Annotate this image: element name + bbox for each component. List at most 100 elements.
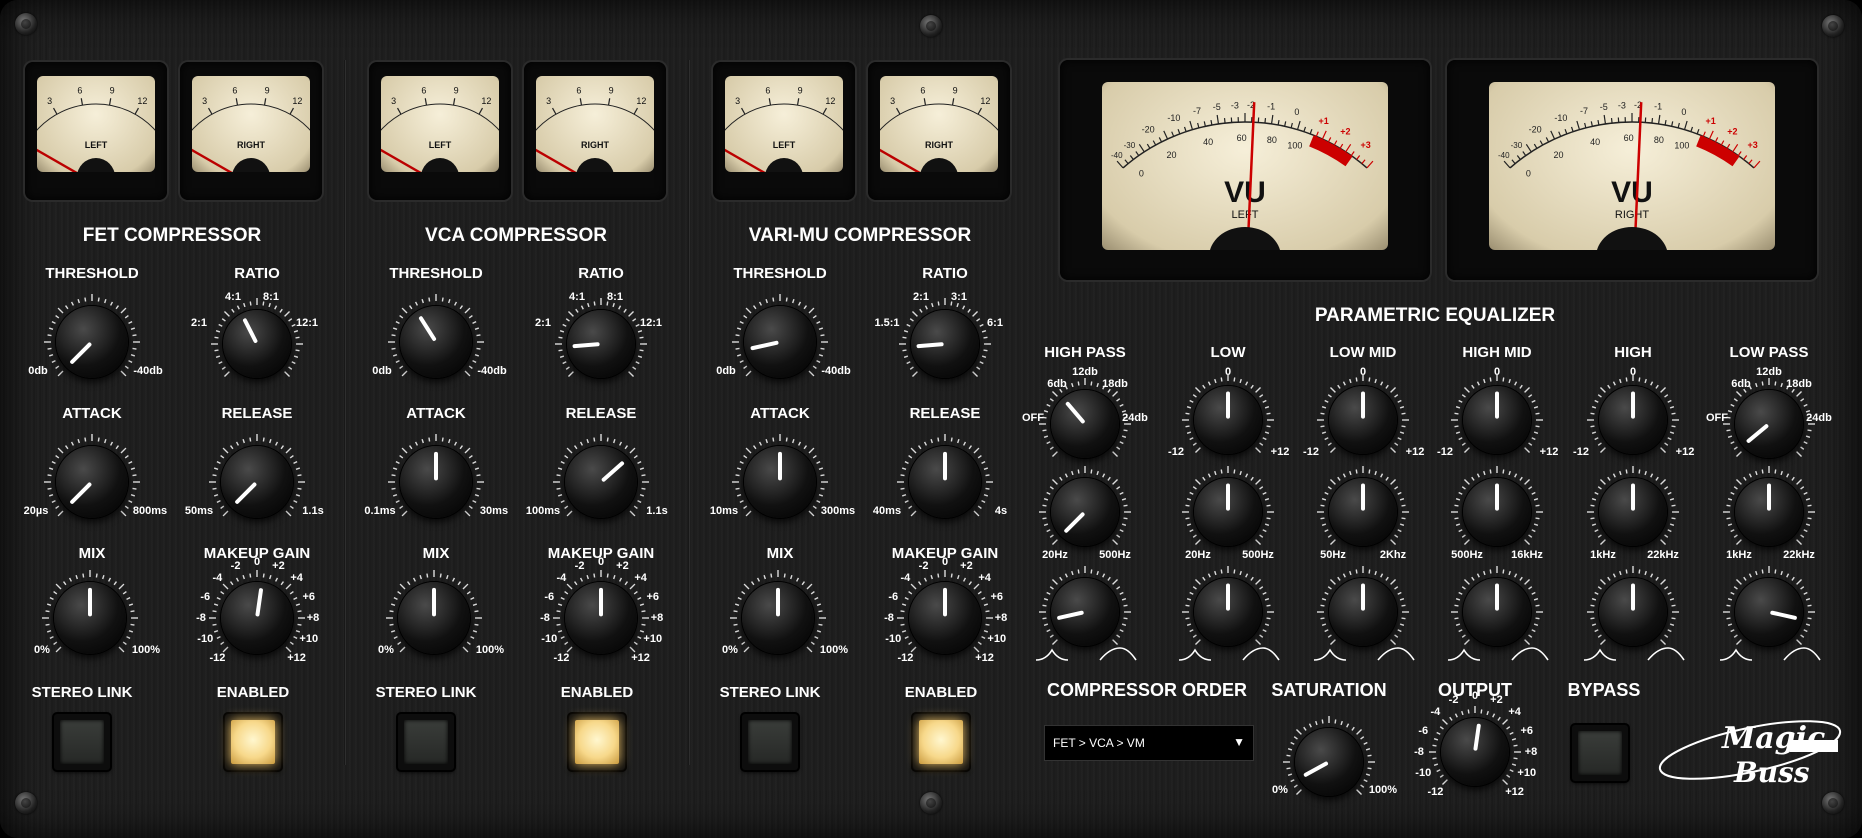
release-min-label: 40ms: [872, 505, 902, 517]
eq-hp-slope-knob[interactable]: [1051, 390, 1119, 458]
fet-mix-knob[interactable]: [54, 582, 126, 654]
makeup-scale-label: +4: [290, 572, 303, 585]
vca-release-knob[interactable]: [565, 446, 637, 518]
eq-low-freq-knob[interactable]: [1194, 478, 1262, 546]
svg-text:0: 0: [1681, 107, 1686, 117]
mix-min-label: 0%: [378, 644, 394, 656]
release-label: RELEASE: [221, 405, 293, 422]
eq-lp-q-knob[interactable]: [1735, 578, 1803, 646]
eq-lmid-gain-knob[interactable]: [1329, 386, 1397, 454]
eq-shape-icon: [1178, 647, 1280, 661]
makeup-scale-label: +6: [302, 590, 316, 603]
fet-stereo-link-button[interactable]: [54, 714, 110, 770]
eq-shape-icon: [1719, 647, 1821, 661]
vca-ratio-knob[interactable]: [567, 310, 635, 378]
varimu-mix-knob[interactable]: [742, 582, 814, 654]
freq-max-label: 500Hz: [1099, 549, 1131, 561]
fet-attack-knob[interactable]: [56, 446, 128, 518]
eq-high-gain-knob[interactable]: [1599, 386, 1667, 454]
svg-text:60: 60: [1624, 133, 1634, 143]
varimu-makeup-gain-knob[interactable]: [909, 582, 981, 654]
bypass-button[interactable]: [1572, 725, 1628, 781]
slope-label: 18db: [1786, 378, 1812, 390]
eq-hmid-q-knob[interactable]: [1463, 578, 1531, 646]
makeup-scale-label: +10: [987, 633, 1007, 646]
bypass-label: BYPASS: [1567, 680, 1641, 700]
varimu-title: VARI-MU COMPRESSOR: [748, 225, 972, 246]
vca-mix-knob[interactable]: [398, 582, 470, 654]
fet-release-knob[interactable]: [221, 446, 293, 518]
makeup-scale-label: +4: [978, 572, 991, 585]
eq-lp-slope-knob[interactable]: [1735, 390, 1803, 458]
vca-makeup-gain-knob[interactable]: [565, 582, 637, 654]
eq-hmid-freq-knob[interactable]: [1463, 478, 1531, 546]
screw-icon: [15, 13, 37, 35]
eq-lmid-q-knob[interactable]: [1329, 578, 1397, 646]
fet-ratio-knob[interactable]: [223, 310, 291, 378]
varimu-release-knob[interactable]: [909, 446, 981, 518]
eq-hmid-gain-knob[interactable]: [1463, 386, 1531, 454]
varimu-ratio-knob[interactable]: [911, 310, 979, 378]
eq-band-label: HIGH: [1614, 344, 1652, 361]
svg-text:40: 40: [1590, 137, 1600, 147]
svg-text:12: 12: [636, 96, 646, 106]
varimu-enabled-button[interactable]: [913, 714, 969, 770]
mix-label: MIX: [78, 545, 106, 562]
eq-hp-freq-knob[interactable]: [1051, 478, 1119, 546]
vca-meter-right: 03691215RIGHT: [524, 62, 666, 200]
svg-text:LEFT: LEFT: [429, 140, 452, 150]
eq-lmid-freq-knob[interactable]: [1329, 478, 1397, 546]
eq-band-label: LOW: [1210, 344, 1246, 361]
ratio-step-label: 2:1: [191, 317, 207, 329]
compressor-order-select[interactable]: FET > VCA > VM ▼: [1044, 725, 1254, 761]
threshold-label: THRESHOLD: [45, 265, 139, 282]
freq-max-label: 22kHz: [1647, 549, 1679, 561]
slope-label: 6db: [1047, 378, 1067, 390]
svg-text:12: 12: [825, 96, 835, 106]
svg-text:60: 60: [1237, 133, 1247, 143]
svg-text:-3: -3: [1618, 100, 1626, 110]
freq-max-label: 2Khz: [1379, 549, 1407, 561]
makeup-scale-label: -2: [230, 560, 241, 573]
eq-lp-freq-knob[interactable]: [1735, 478, 1803, 546]
freq-min-label: 50Hz: [1320, 549, 1346, 561]
fet-enabled-button[interactable]: [225, 714, 281, 770]
eq-high-q-knob[interactable]: [1599, 578, 1667, 646]
eq-low-gain-knob[interactable]: [1194, 386, 1262, 454]
saturation-knob[interactable]: [1295, 728, 1363, 796]
gain-max-label: +12: [1405, 446, 1425, 458]
freq-min-label: 20Hz: [1042, 549, 1068, 561]
fet-makeup-gain-knob[interactable]: [221, 582, 293, 654]
vca-stereo-link-button[interactable]: [398, 714, 454, 770]
ratio-step-label: 12:1: [639, 317, 663, 329]
svg-text:6: 6: [920, 85, 925, 95]
slope-label: 12db: [1756, 366, 1782, 378]
svg-text:3: 3: [890, 96, 895, 106]
varimu-threshold-knob[interactable]: [744, 306, 816, 378]
eq-low-q-knob[interactable]: [1194, 578, 1262, 646]
vca-threshold-knob[interactable]: [400, 306, 472, 378]
makeup-scale-label: +6: [990, 590, 1004, 603]
makeup-scale-label: -8: [196, 612, 206, 624]
fet-threshold-knob[interactable]: [56, 306, 128, 378]
varimu-stereo-link-button[interactable]: [742, 714, 798, 770]
attack-min-label: 20µs: [23, 505, 49, 517]
attack-max-label: 30ms: [479, 505, 509, 517]
svg-text:+1: +1: [1319, 116, 1329, 126]
threshold-label: THRESHOLD: [389, 265, 483, 282]
eq-high-freq-knob[interactable]: [1599, 478, 1667, 546]
makeup-scale-label: -8: [884, 612, 894, 624]
vca-attack-knob[interactable]: [400, 446, 472, 518]
release-min-label: 50ms: [184, 505, 214, 517]
varimu-attack-knob[interactable]: [744, 446, 816, 518]
svg-text:0: 0: [1526, 168, 1531, 178]
gain-min-label: -12: [1168, 446, 1184, 458]
eq-shape-icon: [1035, 647, 1137, 661]
vca-enabled-button[interactable]: [569, 714, 625, 770]
freq-min-label: 20Hz: [1185, 549, 1211, 561]
gain-min-label: -12: [1437, 446, 1453, 458]
eq-hp-q-knob[interactable]: [1051, 578, 1119, 646]
output-knob[interactable]: [1441, 718, 1509, 786]
makeup-scale-label: +6: [646, 590, 660, 603]
release-label: RELEASE: [565, 405, 637, 422]
